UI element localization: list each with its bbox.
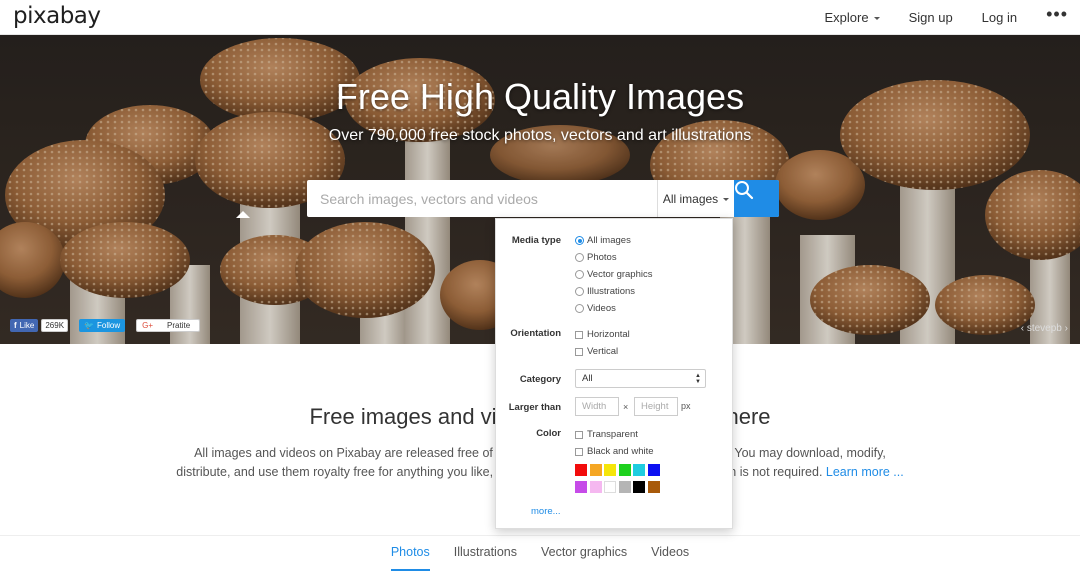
twitter-follow-label: Follow [97, 321, 121, 330]
media-tabs: Photos Illustrations Vector graphics Vid… [0, 545, 1080, 571]
radio-icon[interactable] [575, 304, 584, 313]
option-label: Horizontal [587, 329, 630, 340]
search-filter-panel: Media type All images Photos Vector grap… [495, 218, 733, 529]
color-swatch[interactable] [618, 464, 631, 476]
orientation-option-horizontal[interactable]: Horizontal [575, 329, 630, 340]
color-swatch[interactable] [648, 481, 660, 493]
explore-label: Explore [824, 10, 869, 25]
facebook-like-button[interactable]: f Like [10, 319, 39, 332]
height-input[interactable] [634, 397, 678, 416]
facebook-icon: f [14, 321, 17, 330]
learn-more-link[interactable]: Learn more ... [826, 465, 904, 479]
option-label: Transparent [587, 429, 638, 440]
media-type-option-videos[interactable]: Videos [575, 303, 616, 314]
chevron-down-icon [873, 16, 880, 20]
checkbox-icon[interactable] [575, 347, 583, 356]
color-swatch[interactable] [604, 481, 617, 493]
option-label: Vector graphics [587, 269, 653, 280]
color-label: Color [536, 428, 561, 439]
checkbox-icon[interactable] [575, 430, 583, 439]
media-type-option-illustrations[interactable]: Illustrations [575, 286, 635, 297]
more-menu-icon[interactable]: ••• [1046, 4, 1068, 25]
select-arrows-icon: ▲ ▼ [695, 373, 701, 385]
hero-subtitle: Over 790,000 free stock photos, vectors … [328, 127, 752, 144]
signup-link[interactable]: Sign up [909, 10, 953, 25]
media-type-option-vectors[interactable]: Vector graphics [575, 269, 652, 280]
more-filters-link[interactable]: more... [531, 506, 561, 517]
width-input[interactable] [575, 397, 619, 416]
color-swatch[interactable] [648, 464, 660, 476]
media-type-value: All images [662, 191, 719, 206]
explore-menu[interactable]: Explore [825, 10, 880, 25]
search-button[interactable] [734, 180, 779, 217]
twitter-follow-button[interactable]: 🐦 Follow [79, 319, 126, 332]
chevron-right-icon[interactable]: › [1065, 323, 1068, 334]
tab-videos[interactable]: Videos [651, 545, 689, 571]
hero-title: Free High Quality Images [335, 76, 745, 117]
category-select[interactable]: All ▲ ▼ [575, 369, 706, 388]
category-value: All [582, 373, 593, 384]
color-swatch[interactable] [589, 481, 602, 493]
px-unit-label: px [681, 401, 691, 411]
option-label: Black and white [587, 446, 654, 457]
radio-icon[interactable] [575, 270, 584, 279]
tab-vector-graphics[interactable]: Vector graphics [541, 545, 627, 571]
facebook-like-label: Like [19, 321, 35, 330]
search-input[interactable] [307, 180, 657, 217]
color-swatch[interactable] [618, 481, 631, 493]
chevron-down-icon [723, 197, 730, 201]
color-swatch[interactable] [633, 464, 646, 476]
media-type-option-all[interactable]: All images [575, 235, 631, 246]
main-nav: Explore Sign up Log in ••• [825, 0, 1080, 35]
larger-than-label: Larger than [508, 402, 561, 413]
twitter-icon: 🐦 [84, 321, 95, 330]
option-label: All images [587, 235, 631, 246]
checkbox-icon[interactable] [575, 330, 583, 339]
color-swatch[interactable] [589, 464, 602, 476]
tab-photos[interactable]: Photos [390, 545, 430, 571]
orientation-option-vertical[interactable]: Vertical [575, 346, 618, 357]
facebook-like-count: 269K [41, 319, 69, 332]
color-option-transparent[interactable]: Transparent [575, 429, 638, 440]
color-swatch[interactable] [575, 481, 587, 493]
login-link[interactable]: Log in [982, 10, 1017, 25]
times-sign: × [623, 402, 629, 412]
color-swatch[interactable] [575, 464, 587, 476]
orientation-label: Orientation [510, 328, 561, 339]
media-type-option-photos[interactable]: Photos [575, 252, 617, 263]
option-label: Vertical [587, 346, 619, 357]
dropdown-pointer [236, 211, 250, 218]
tabs-divider [0, 535, 1080, 536]
google-plus-label: Pratite [167, 321, 191, 330]
social-buttons: f Like 269K 🐦 Follow G+ Pratite [10, 319, 201, 332]
option-label: Photos [587, 252, 617, 263]
tab-illustrations[interactable]: Illustrations [454, 545, 517, 571]
checkbox-icon[interactable] [575, 447, 583, 456]
radio-icon[interactable] [575, 253, 584, 262]
radio-checked-icon[interactable] [575, 236, 584, 245]
media-type-label: Media type [511, 235, 561, 246]
google-plus-icon: G+ [142, 321, 154, 330]
color-swatch[interactable] [633, 481, 646, 493]
search-bar: All images [307, 180, 779, 217]
search-icon [735, 181, 754, 200]
radio-icon[interactable] [575, 287, 584, 296]
photo-credit-author[interactable]: stevepb [1027, 323, 1062, 334]
photo-credit[interactable]: ‹ stevepb › [1021, 323, 1068, 334]
category-label: Category [519, 374, 561, 385]
option-label: Illustrations [587, 286, 636, 297]
top-bar: pixabay Explore Sign up Log in ••• [0, 0, 1080, 35]
option-label: Videos [587, 303, 616, 314]
google-plus-button[interactable]: G+ Pratite [136, 319, 201, 332]
color-swatch[interactable] [604, 464, 617, 476]
color-option-black-white[interactable]: Black and white [575, 446, 654, 457]
pixabay-logo[interactable]: pixabay [13, 3, 101, 29]
media-type-dropdown[interactable]: All images [657, 180, 734, 217]
